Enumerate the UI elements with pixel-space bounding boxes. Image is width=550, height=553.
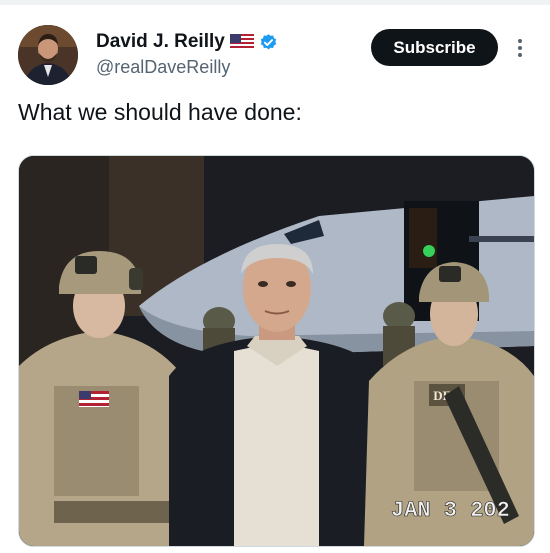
author-handle[interactable]: @realDaveReilly [96, 57, 230, 78]
top-divider [0, 0, 550, 5]
avatar[interactable] [18, 25, 78, 85]
tweet-media-image[interactable]: DEA JAN 3 202 [18, 155, 535, 547]
author-name-text[interactable]: David J. Reilly [96, 31, 225, 53]
timestamp-overlay: JAN 3 202 [391, 498, 510, 523]
verified-badge-icon [259, 33, 278, 52]
author-name[interactable]: David J. Reilly [96, 31, 278, 53]
tweet-text: What we should have done: [18, 99, 302, 125]
subscribe-button[interactable]: Subscribe [371, 29, 498, 66]
us-flag-icon [229, 34, 254, 50]
more-vertical-icon[interactable] [510, 36, 530, 60]
